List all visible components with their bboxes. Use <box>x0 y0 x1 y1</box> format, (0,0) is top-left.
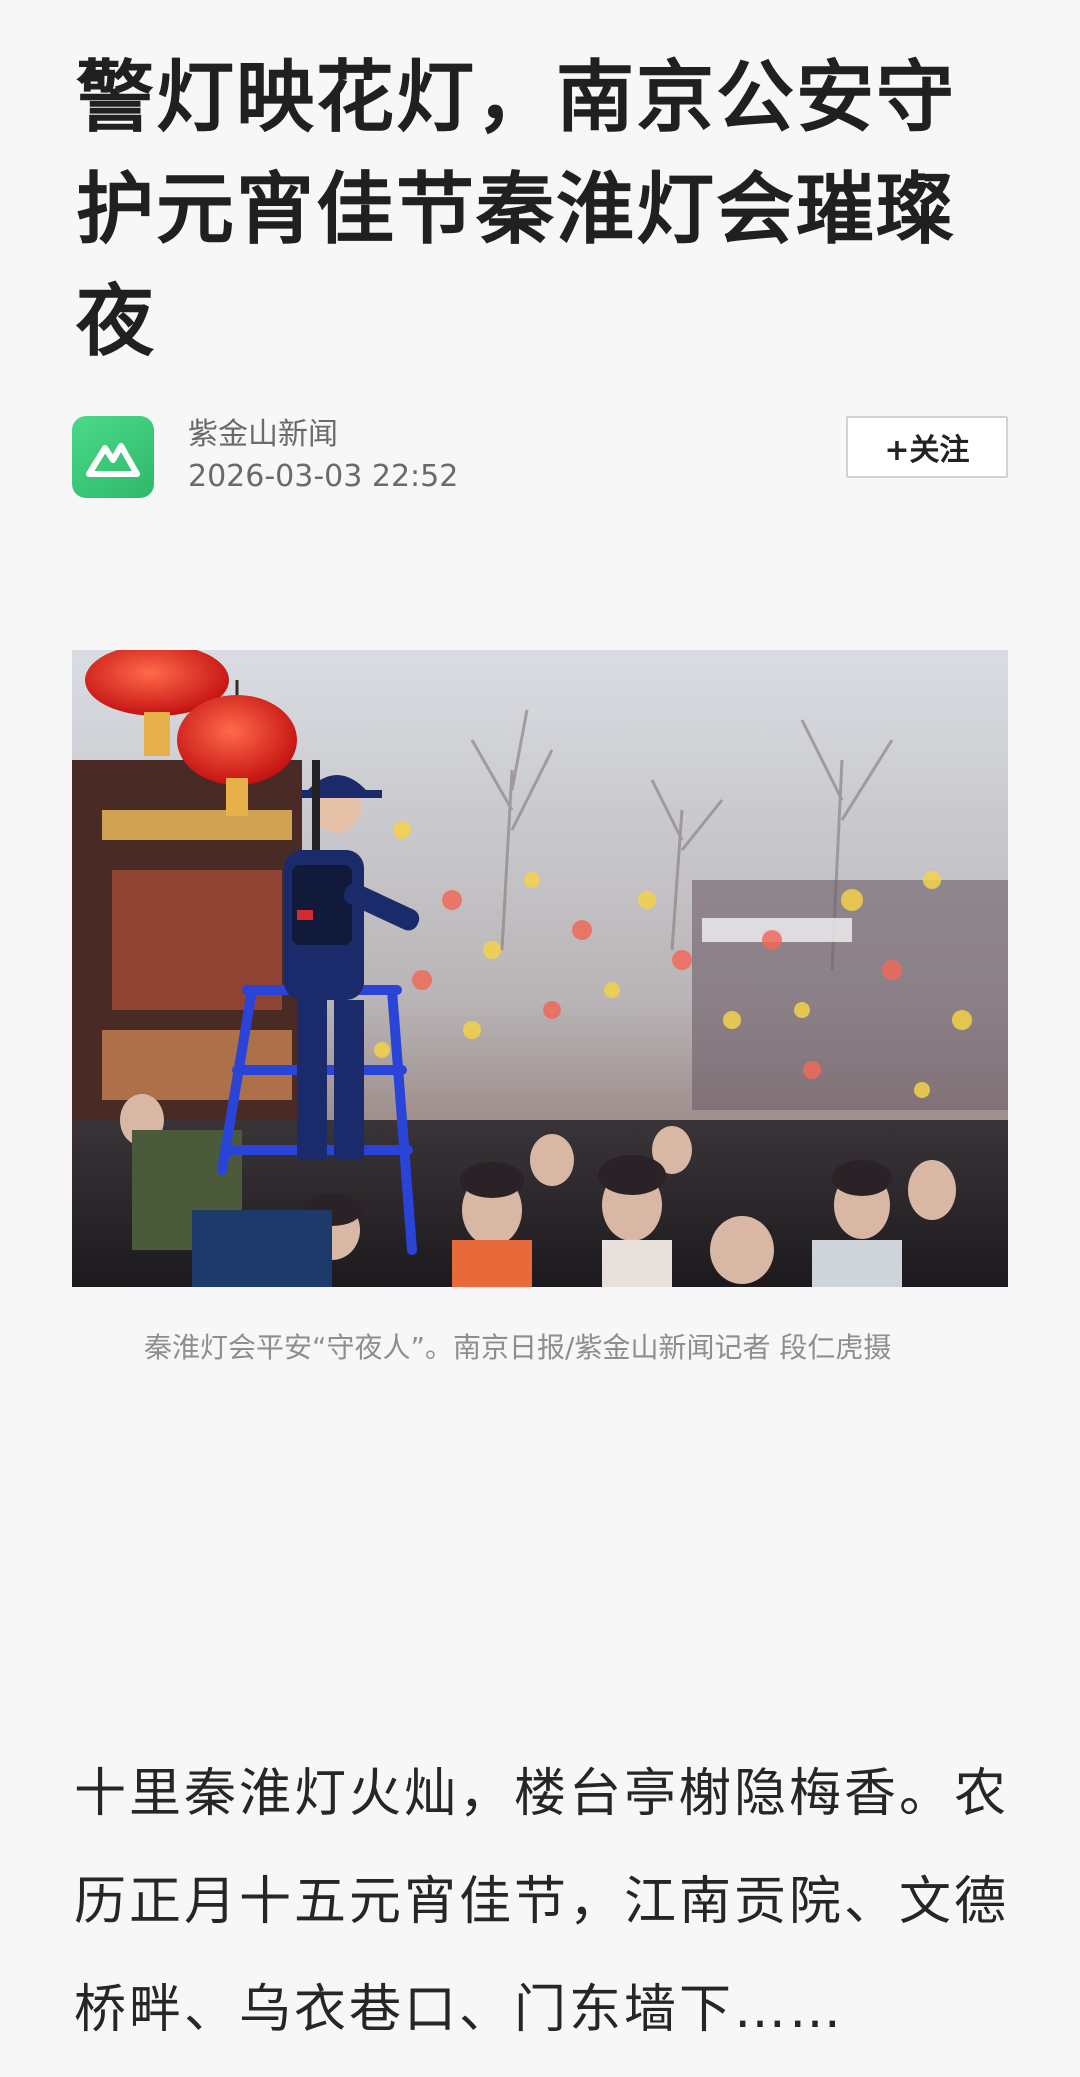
follow-button[interactable]: +关注 <box>846 416 1008 478</box>
article-title: 警灯映花灯，南京公安守护元宵佳节秦淮灯会璀璨夜 <box>76 53 957 367</box>
mountain-logo-icon <box>86 443 140 477</box>
image-caption: 秦淮灯会平安“守夜人”。南京日报/紫金山新闻记者 段仁虎摄 <box>144 1331 892 1364</box>
article-body-paragraph: 十里秦淮灯火灿，楼台亭榭隐梅香。农历正月十五元宵佳节，江南贡院、文德桥畔、乌衣巷… <box>74 1764 1010 2040</box>
lantern-festival-police-photo <box>72 650 1008 1287</box>
author-row: 紫金山新闻 2026-03-03 22:52 +关注 <box>72 416 1008 500</box>
author-name[interactable]: 紫金山新闻 <box>188 416 338 454</box>
publish-time: 2026-03-03 22:52 <box>188 459 459 494</box>
article-photo[interactable] <box>72 650 1008 1287</box>
article-page: 警灯映花灯，南京公安守护元宵佳节秦淮灯会璀璨夜 紫金山新闻 2026-03-03… <box>0 0 1080 2077</box>
author-avatar[interactable] <box>72 416 154 498</box>
